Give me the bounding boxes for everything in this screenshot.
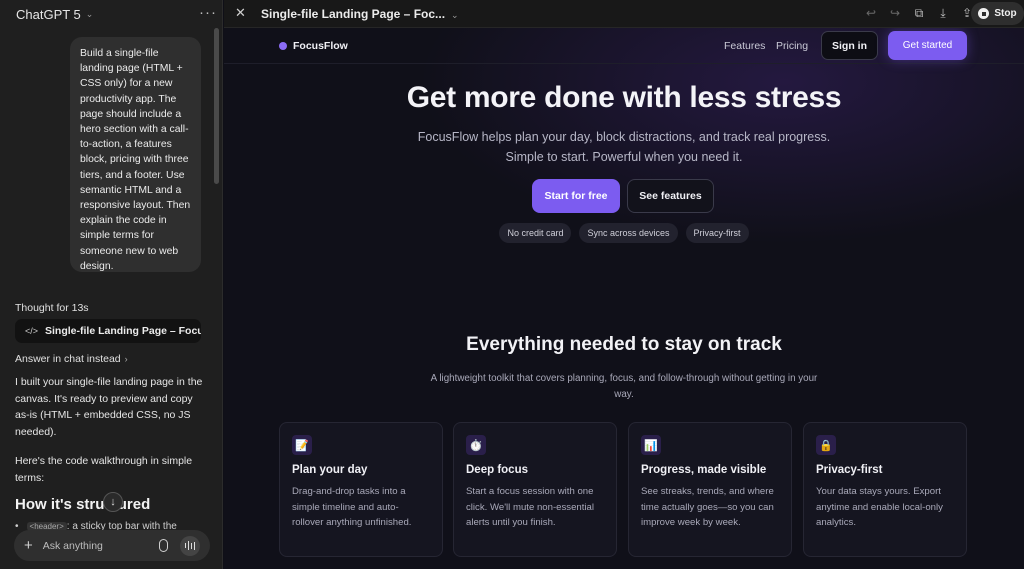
pill-badge: No credit card <box>499 223 572 243</box>
model-name: ChatGPT 5 <box>16 7 81 22</box>
assistant-paragraph: I built your single-file landing page in… <box>15 376 203 438</box>
voice-mode-icon[interactable] <box>180 535 200 556</box>
microphone-icon[interactable] <box>159 539 168 552</box>
hero-title: Get more done with less stress <box>406 81 842 114</box>
stop-icon <box>978 8 990 19</box>
feature-card-text: Drag-and-drop tasks into a simple timeli… <box>292 486 412 528</box>
feature-card-title: Progress, made visible <box>641 464 767 476</box>
plus-icon[interactable]: + <box>24 537 33 554</box>
feature-card: ⏱️ Deep focus Start a focus session with… <box>453 422 617 557</box>
nav-link-features[interactable]: Features <box>724 40 765 52</box>
chat-scrollbar[interactable] <box>214 28 219 184</box>
close-icon[interactable]: ✕ <box>235 5 246 21</box>
brand-logo[interactable]: FocusFlow <box>279 40 348 52</box>
composer[interactable]: + Ask anything <box>14 530 210 561</box>
site-navbar: FocusFlow Features Pricing Sign in Get s… <box>224 28 1024 64</box>
undo-icon[interactable]: ↩ <box>864 6 878 21</box>
stop-label: Stop <box>994 8 1017 19</box>
start-free-button[interactable]: Start for free <box>532 179 620 213</box>
bullet-icon: • <box>15 521 19 532</box>
answer-in-chat-link[interactable]: Answer in chat instead › <box>15 353 128 365</box>
lock-icon: 🔒 <box>816 435 836 455</box>
chevron-right-icon: › <box>124 354 128 364</box>
chat-panel: ChatGPT 5 ⌄ ··· Build a single-file land… <box>0 0 223 569</box>
brand-dot-icon <box>279 42 287 50</box>
hero-subtitle-line: FocusFlow helps plan your day, block dis… <box>417 130 831 144</box>
hero-pills: No credit card Sync across devices Priva… <box>224 223 1024 243</box>
pill-badge: Privacy-first <box>685 223 749 243</box>
stopwatch-icon: ⏱️ <box>466 435 486 455</box>
pill-badge: Sync across devices <box>579 223 678 243</box>
more-options-icon[interactable]: ··· <box>199 4 217 21</box>
brand-name: FocusFlow <box>293 40 348 52</box>
composer-placeholder[interactable]: Ask anything <box>43 540 159 552</box>
chevron-down-icon: ⌄ <box>451 10 459 20</box>
download-icon[interactable]: ⤓ <box>936 6 950 21</box>
canvas-chip-label: Single-file Landing Page – Focus <box>45 325 201 337</box>
scroll-down-icon[interactable]: ↓ <box>103 492 123 512</box>
feature-card: 📝 Plan your day Drag-and-drop tasks into… <box>279 422 443 557</box>
get-started-button[interactable]: Get started <box>888 31 967 60</box>
feature-card-text: Your data stays yours. Export anytime an… <box>816 486 943 528</box>
feature-card-title: Deep focus <box>466 464 528 476</box>
canvas-chip[interactable]: </> Single-file Landing Page – Focus <box>15 319 201 343</box>
assistant-paragraph: Here's the code walkthrough in simple te… <box>15 455 193 484</box>
feature-card-title: Plan your day <box>292 464 368 476</box>
canvas-title-text: Single-file Landing Page – Foc... <box>261 7 446 21</box>
answer-in-chat-label: Answer in chat instead <box>15 353 121 365</box>
feature-card-text: See streaks, trends, and where time actu… <box>641 486 774 528</box>
hero-subtitle-line: Simple to start. Powerful when you need … <box>505 150 743 164</box>
landing-page-preview: FocusFlow Features Pricing Sign in Get s… <box>224 28 1024 569</box>
bar-chart-icon: 📊 <box>641 435 661 455</box>
copy-icon[interactable]: ⧉ <box>912 6 926 21</box>
memo-icon: 📝 <box>292 435 312 455</box>
canvas-title[interactable]: Single-file Landing Page – Foc... ⌄ <box>261 7 459 21</box>
chevron-down-icon: ⌄ <box>85 9 94 19</box>
canvas-toolbar: ✕ Single-file Landing Page – Foc... ⌄ ↩ ↪… <box>224 0 1024 28</box>
nav-link-pricing[interactable]: Pricing <box>776 40 808 52</box>
user-message: Build a single-file landing page (HTML +… <box>70 37 201 272</box>
section-heading: How it's structured <box>15 496 151 513</box>
thought-label[interactable]: Thought for 13s <box>15 302 89 314</box>
redo-icon[interactable]: ↪ <box>888 6 902 21</box>
stop-button[interactable]: Stop <box>971 2 1024 25</box>
code-icon: </> <box>25 326 39 336</box>
features-subtitle: A lightweight toolkit that covers planni… <box>430 373 818 400</box>
sign-in-button[interactable]: Sign in <box>821 31 878 60</box>
feature-card: 🔒 Privacy-first Your data stays yours. E… <box>803 422 967 557</box>
see-features-button[interactable]: See features <box>627 179 714 213</box>
feature-card-title: Privacy-first <box>816 464 883 476</box>
canvas-actions: ↩ ↪ ⧉ ⤓ ⇪ <box>864 6 974 21</box>
model-selector[interactable]: ChatGPT 5 ⌄ <box>16 7 93 22</box>
features-title: Everything needed to stay on track <box>466 334 782 355</box>
feature-card-text: Start a focus session with one click. We… <box>466 486 595 528</box>
hero-subtitle: FocusFlow helps plan your day, block dis… <box>224 127 1024 167</box>
feature-card: 📊 Progress, made visible See streaks, tr… <box>628 422 792 557</box>
